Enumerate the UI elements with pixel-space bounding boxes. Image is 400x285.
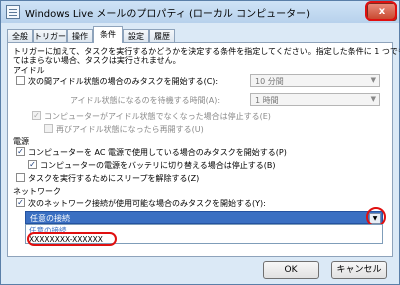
stop-on-battery-checkbox[interactable]: ✓ xyxy=(28,160,37,169)
start-if-idle-checkbox[interactable] xyxy=(16,76,25,85)
wait-duration-value: 1 時間 xyxy=(255,96,279,105)
chevron-down-icon: ▼ xyxy=(370,76,376,84)
wait-duration-select[interactable]: 1 時間 ▼ xyxy=(250,93,380,106)
cancel-button[interactable]: キャンセル xyxy=(331,261,387,279)
restart-if-idle-checkbox[interactable] xyxy=(44,124,53,133)
window-title: Windows Live メールのプロパティ (ローカル コンピューター) xyxy=(25,9,310,20)
wake-label: タスクを実行するためにスリープを解除する(Z) xyxy=(28,174,200,183)
chevron-down-icon: ▼ xyxy=(370,95,376,103)
stop-if-not-idle-label: コンピューターがアイドル状態でなくなった場合は停止する(E) xyxy=(44,112,271,121)
ac-only-checkbox[interactable]: ✓ xyxy=(16,147,25,156)
properties-dialog: Windows Live メールのプロパティ (ローカル コンピューター) x … xyxy=(0,0,400,285)
network-only-label: 次のネットワーク接続が使用可能な場合のみタスクを開始する(Y): xyxy=(28,199,266,208)
restart-if-idle-label: 再びアイドル状態になったら再開する(U) xyxy=(56,125,204,134)
title-bar: Windows Live メールのプロパティ (ローカル コンピューター) x xyxy=(1,1,399,23)
stop-if-not-idle-checkbox[interactable]: ✓ xyxy=(32,111,41,120)
tab-history[interactable]: 履歴 xyxy=(149,29,175,42)
tab-settings[interactable]: 設定 xyxy=(123,29,149,42)
tab-actions[interactable]: 操作 xyxy=(67,29,93,42)
annotation-circle-option xyxy=(27,232,117,246)
tab-conditions[interactable]: 条件 xyxy=(93,26,123,43)
network-section-label: ネットワーク xyxy=(13,187,61,196)
stop-on-battery-label: コンピューターの電源をバッテリに切り替える場合は停止する(B) xyxy=(40,161,276,170)
start-if-idle-label: 次の間アイドル状態の場合のみタスクを開始する(C): xyxy=(28,77,219,86)
idle-duration-value: 10 分間 xyxy=(255,77,284,86)
wake-checkbox[interactable] xyxy=(16,173,25,182)
ac-only-label: コンピューターを AC 電源で使用している場合のみタスクを開始する(P) xyxy=(28,148,287,157)
power-section-label: 電源 xyxy=(13,137,29,146)
network-only-checkbox[interactable]: ✓ xyxy=(16,198,25,207)
idle-duration-select[interactable]: 10 分間 ▼ xyxy=(250,74,380,87)
network-selected-value: 任意の接続 xyxy=(30,214,70,223)
network-connection-select[interactable]: 任意の接続 ▼ xyxy=(25,211,383,224)
tab-triggers[interactable]: トリガー xyxy=(33,29,67,42)
wait-label: アイドル状態になるのを待機する時間(A): xyxy=(70,96,221,105)
idle-section-label: アイドル xyxy=(13,66,45,75)
task-icon xyxy=(6,5,20,19)
ok-button[interactable]: OK xyxy=(263,261,319,279)
tab-general[interactable]: 全般 xyxy=(7,29,33,42)
annotation-circle-close xyxy=(365,1,397,21)
